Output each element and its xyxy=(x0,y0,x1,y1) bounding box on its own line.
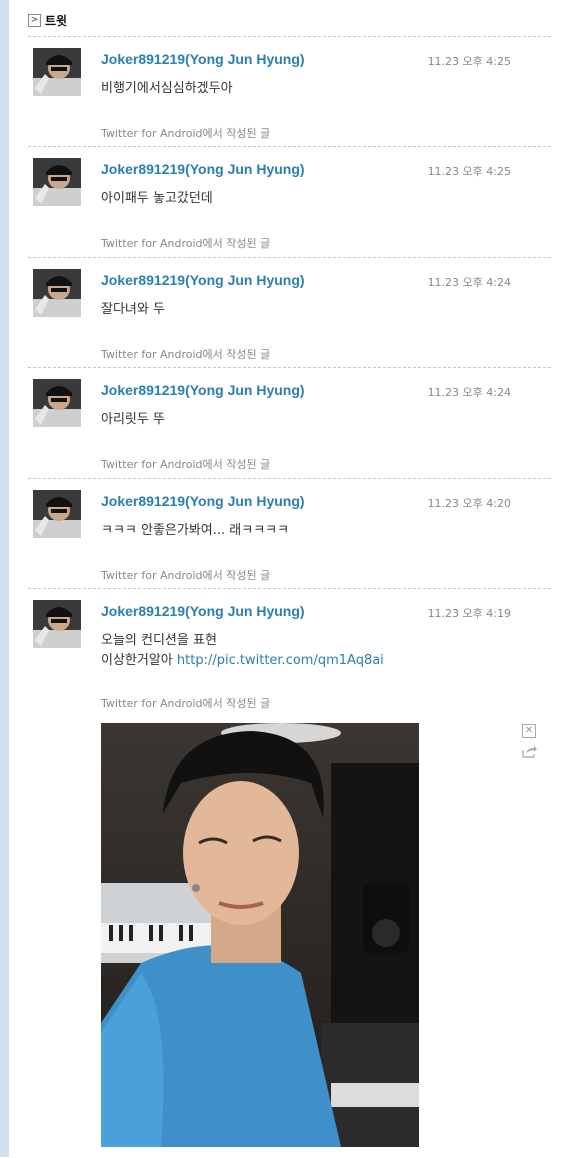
section-title: 트윗 xyxy=(45,13,68,28)
tweet-author[interactable]: Joker891219(Yong Jun Hyung) xyxy=(101,382,305,398)
tweet-author[interactable]: Joker891219(Yong Jun Hyung) xyxy=(101,493,305,509)
tweet-author[interactable]: Joker891219(Yong Jun Hyung) xyxy=(101,603,305,619)
tweet-author[interactable]: Joker891219(Yong Jun Hyung) xyxy=(101,51,305,67)
avatar[interactable] xyxy=(33,490,81,538)
tweet-time[interactable]: 11.23 오후 4:19 xyxy=(428,605,511,621)
tweet-item: Joker891219(Yong Jun Hyung) 11.23 오후 4:2… xyxy=(28,367,551,478)
tweet-time[interactable]: 11.23 오후 4:25 xyxy=(428,53,511,69)
tweet-item: Joker891219(Yong Jun Hyung) 11.23 오후 4:2… xyxy=(28,146,551,257)
tweet-item: Joker891219(Yong Jun Hyung) 11.23 오후 4:2… xyxy=(28,478,551,588)
tweet-text: ㅋㅋㅋ 안좋은가봐여... 래ㅋㅋㅋㅋ xyxy=(101,523,290,538)
tweet-author[interactable]: Joker891219(Yong Jun Hyung) xyxy=(101,161,305,177)
tweet-source: Twitter for Android에서 작성된 글 xyxy=(101,127,271,140)
tweets-header: > 트윗 xyxy=(28,11,67,29)
tweet-text: 비행기에서심심하겠두아 xyxy=(101,81,233,96)
tweet-time[interactable]: 11.23 오후 4:25 xyxy=(428,163,511,179)
tweet-text: 잘다녀와 두 xyxy=(101,302,165,317)
attached-photo[interactable] xyxy=(101,723,419,1147)
avatar[interactable] xyxy=(33,48,81,96)
avatar[interactable] xyxy=(33,600,81,648)
left-border-bar xyxy=(0,0,9,1157)
tweet-source: Twitter for Android에서 작성된 글 xyxy=(101,697,271,710)
tweet-source: Twitter for Android에서 작성된 글 xyxy=(101,569,271,582)
tweet-text-line: 오늘의 컨디션을 표현 xyxy=(101,633,217,648)
tweet-source: Twitter for Android에서 작성된 글 xyxy=(101,348,271,361)
tweet-text: 오늘의 컨디션을 표현 이상한거알아 http://pic.twitter.co… xyxy=(101,631,384,671)
tweet-time[interactable]: 11.23 오후 4:20 xyxy=(428,495,511,511)
tweet-time[interactable]: 11.23 오후 4:24 xyxy=(428,384,511,400)
tweet-source: Twitter for Android에서 작성된 글 xyxy=(101,458,271,471)
tweet-text-part: 이상한거알아 xyxy=(101,653,173,668)
tweet-link[interactable]: http://pic.twitter.com/qm1Aq8ai xyxy=(177,653,384,668)
tweet-time[interactable]: 11.23 오후 4:24 xyxy=(428,274,511,290)
share-icon[interactable] xyxy=(521,744,537,758)
avatar[interactable] xyxy=(33,158,81,206)
tweet-source: Twitter for Android에서 작성된 글 xyxy=(101,237,271,250)
tweet-text: 아리릿두 뚜 xyxy=(101,412,165,427)
tweet-item: Joker891219(Yong Jun Hyung) 11.23 오후 4:2… xyxy=(28,257,551,367)
tweet-text-line: 이상한거알아 http://pic.twitter.com/qm1Aq8ai xyxy=(101,651,384,671)
avatar[interactable] xyxy=(33,379,81,427)
tweet-text: 아이패두 놓고갔던데 xyxy=(101,191,213,206)
chevron-right-icon[interactable]: > xyxy=(28,13,41,27)
tweet-author[interactable]: Joker891219(Yong Jun Hyung) xyxy=(101,272,305,288)
tweet-item: Joker891219(Yong Jun Hyung) 11.23 오후 4:2… xyxy=(28,36,551,146)
close-icon[interactable]: ✕ xyxy=(522,724,536,738)
avatar[interactable] xyxy=(33,269,81,317)
